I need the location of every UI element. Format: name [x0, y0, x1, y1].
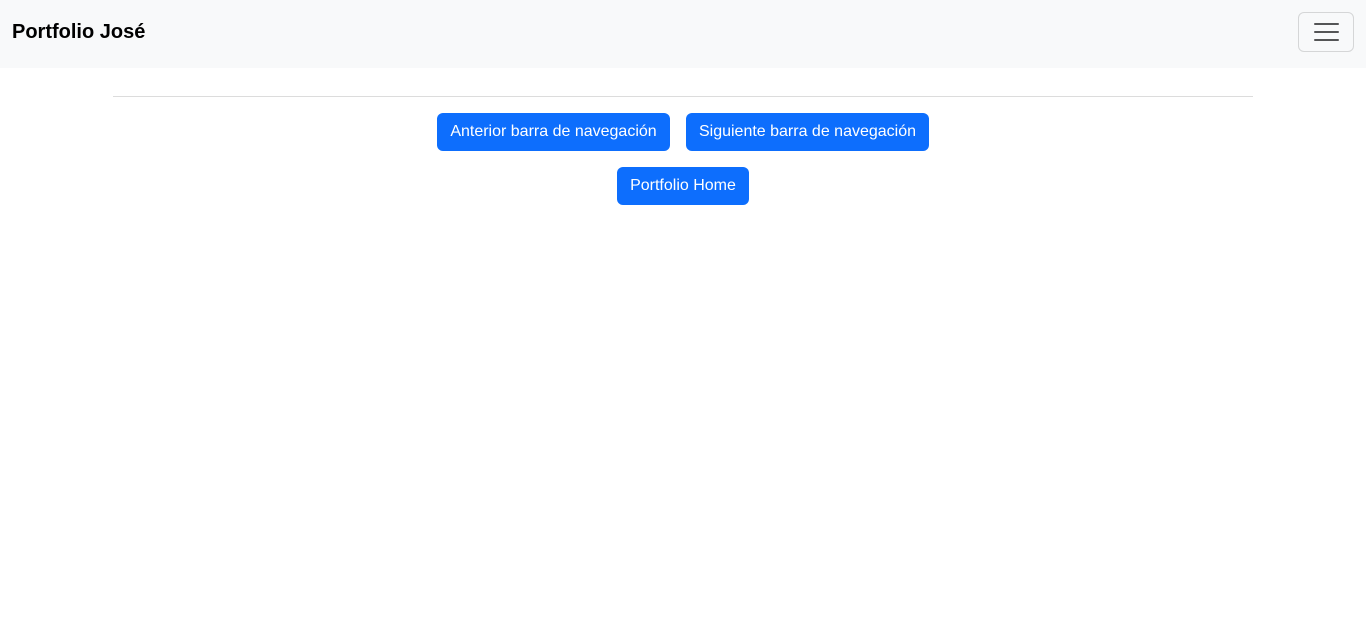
brand-link[interactable]: Portfolio José	[12, 20, 145, 44]
previous-navbar-button[interactable]: Anterior barra de navegación	[437, 113, 670, 151]
top-navbar: Portfolio José	[0, 0, 1366, 68]
hamburger-menu-icon	[1314, 23, 1339, 25]
portfolio-home-button[interactable]: Portfolio Home	[617, 167, 749, 205]
next-navbar-button[interactable]: Siguiente barra de navegación	[686, 113, 929, 151]
navbar-toggler-button[interactable]	[1298, 12, 1354, 52]
divider	[113, 96, 1253, 97]
